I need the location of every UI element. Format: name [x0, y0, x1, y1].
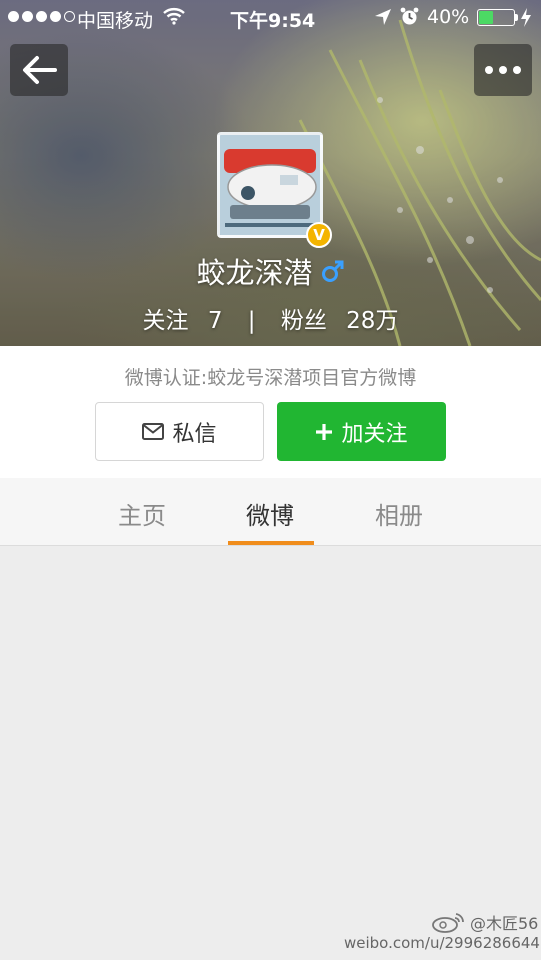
following-count: 7	[207, 308, 223, 334]
watermark-handle-text: @木匠56	[470, 914, 539, 933]
male-gender-icon	[321, 260, 343, 282]
more-options-button[interactable]	[474, 44, 532, 96]
followers-stat[interactable]: 粉丝 28万	[275, 308, 405, 334]
alarm-clock-icon	[400, 7, 419, 25]
verified-badge-icon: V	[306, 222, 332, 248]
profile-info-panel: 微博认证:蛟龙号深潜项目官方微博 私信 加关注	[0, 346, 541, 478]
following-stat[interactable]: 关注 7	[137, 308, 236, 334]
charging-bolt-icon	[521, 8, 531, 27]
wifi-icon	[163, 8, 185, 25]
tab-home[interactable]: 主页	[92, 496, 192, 531]
status-time: 下午9:54	[230, 10, 316, 32]
profile-tabs: 主页 微博 相册	[0, 478, 541, 546]
tab-album[interactable]: 相册	[349, 496, 449, 531]
weibo-logo-icon	[432, 913, 464, 933]
watermark-handle: @木匠56	[430, 910, 538, 934]
battery-cap	[515, 14, 518, 21]
envelope-icon	[142, 423, 165, 440]
back-arrow-icon	[23, 56, 57, 84]
profile-avatar[interactable]	[217, 132, 323, 238]
stats-separator: |	[247, 308, 256, 334]
location-arrow-icon	[375, 9, 391, 25]
submersible-avatar-image	[220, 135, 320, 235]
watermark-url: weibo.com/u/2996286644	[344, 934, 540, 952]
carrier-name: 中国移动	[77, 10, 154, 32]
follow-button[interactable]: 加关注	[277, 402, 446, 461]
profile-name: 蛟龙深潜	[196, 256, 313, 290]
message-button[interactable]: 私信	[95, 402, 264, 461]
profile-stats: 关注 7 | 粉丝 28万	[0, 301, 541, 335]
followers-count: 28万	[346, 308, 399, 334]
more-dots-icon	[485, 66, 521, 74]
signal-strength-icon	[8, 11, 75, 22]
active-tab-indicator	[228, 541, 314, 545]
followers-label: 粉丝	[280, 308, 327, 334]
following-label: 关注	[142, 308, 189, 334]
status-bar: 中国移动 下午9:54 40%	[0, 0, 541, 36]
profile-cover: 中国移动 下午9:54 40% V 蛟龙深潜 关注 7 | 粉丝 28万	[0, 0, 541, 346]
plus-icon	[316, 423, 333, 440]
follow-button-label: 加关注	[341, 421, 408, 447]
battery-percentage: 40%	[427, 6, 470, 28]
profile-header: 蛟龙深潜	[0, 250, 541, 292]
battery-icon	[477, 9, 515, 26]
message-button-label: 私信	[172, 421, 217, 447]
verification-text: 微博认证:蛟龙号深潜项目官方微博	[124, 367, 417, 389]
back-button[interactable]	[10, 44, 68, 96]
tab-weibo[interactable]: 微博	[220, 496, 320, 531]
